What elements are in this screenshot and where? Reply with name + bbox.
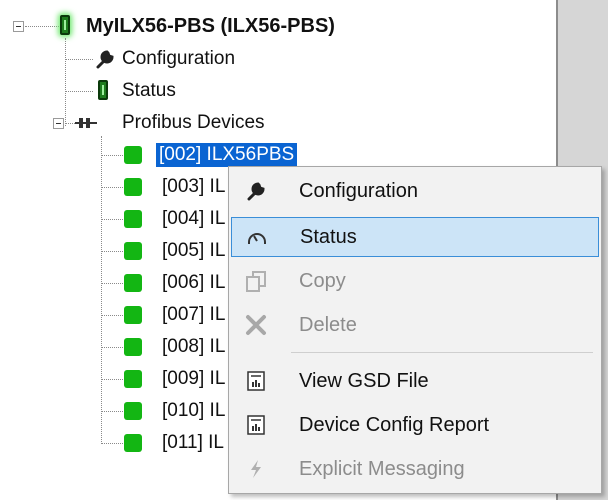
tree-device-item[interactable]: [006] IL	[162, 271, 225, 295]
menu-item-label: Device Config Report	[299, 414, 490, 436]
device-status-green-icon	[124, 306, 142, 324]
tree-connector	[101, 347, 123, 348]
context-menu: Configuration Status Copy Delete View GS…	[228, 166, 602, 494]
tree-device-item[interactable]: [007] IL	[162, 303, 225, 327]
tree-connector	[101, 219, 123, 220]
device-status-green-icon	[124, 210, 142, 228]
menu-item-label: Configuration	[299, 180, 418, 202]
tree-item-profibus-devices[interactable]: Profibus Devices	[122, 111, 265, 135]
tree-connector	[101, 411, 123, 412]
menu-item-explicit-messaging[interactable]: Explicit Messaging	[231, 449, 599, 489]
device-status-green-icon	[124, 242, 142, 260]
menu-item-delete[interactable]: Delete	[231, 305, 599, 345]
device-status-green-icon	[124, 338, 142, 356]
tree-connector	[25, 26, 59, 27]
menu-item-label: Explicit Messaging	[299, 458, 465, 480]
delete-x-icon	[246, 315, 266, 335]
tree-device-item[interactable]: [009] IL	[162, 367, 225, 391]
lightning-icon	[251, 460, 261, 478]
profibus-collapse-toggle[interactable]	[53, 118, 64, 129]
menu-item-view-gsd-file[interactable]: View GSD File	[231, 361, 599, 401]
root-collapse-toggle[interactable]	[13, 21, 24, 32]
tree-connector	[101, 136, 102, 444]
tree-item-configuration[interactable]: Configuration	[122, 47, 235, 71]
menu-item-label: Delete	[299, 314, 357, 336]
device-status-green-icon	[124, 178, 142, 196]
module-icon	[60, 15, 70, 35]
tree-connector	[101, 155, 123, 156]
wrench-icon	[96, 50, 114, 69]
device-status-green-icon	[124, 434, 142, 452]
tree-device-item[interactable]: [004] IL	[162, 207, 225, 231]
menu-separator	[291, 352, 593, 353]
report-icon	[247, 371, 265, 391]
report-icon	[247, 415, 265, 435]
wrench-icon	[247, 182, 265, 201]
tree-device-item[interactable]: [003] IL	[162, 175, 225, 199]
tree-connector	[101, 283, 123, 284]
menu-item-label: Copy	[299, 270, 346, 292]
tree-device-item[interactable]: [005] IL	[162, 239, 225, 263]
tree-device-item[interactable]: [011] IL	[162, 431, 224, 455]
tree-connector	[65, 59, 93, 60]
device-status-green-icon	[124, 274, 142, 292]
copy-icon	[246, 271, 266, 292]
menu-item-device-config-report[interactable]: Device Config Report	[231, 405, 599, 445]
menu-item-label: View GSD File	[299, 370, 429, 392]
tree-connector	[101, 187, 123, 188]
tree-connector	[65, 38, 66, 126]
tree-connector	[65, 91, 93, 92]
tree-device-item[interactable]: [008] IL	[162, 335, 225, 359]
gauge-icon	[248, 233, 266, 244]
tree-connector	[101, 315, 123, 316]
device-status-green-icon	[124, 146, 142, 164]
menu-item-configuration[interactable]: Configuration	[231, 171, 599, 211]
tree-connector	[101, 443, 123, 444]
network-bus-icon	[75, 118, 97, 128]
tree-root-label[interactable]: MyILX56-PBS (ILX56-PBS)	[86, 14, 335, 38]
tree-connector	[101, 251, 123, 252]
tree-device-item[interactable]: [002] ILX56PBS	[156, 143, 298, 167]
module-status-icon	[98, 80, 108, 100]
tree-connector	[101, 379, 123, 380]
menu-item-copy[interactable]: Copy	[231, 261, 599, 301]
device-status-green-icon	[124, 402, 142, 420]
device-status-green-icon	[124, 370, 142, 388]
menu-item-label: Status	[300, 226, 357, 248]
tree-device-item[interactable]: [010] IL	[162, 399, 225, 423]
tree-item-status[interactable]: Status	[122, 79, 176, 103]
menu-item-status[interactable]: Status	[231, 217, 599, 257]
